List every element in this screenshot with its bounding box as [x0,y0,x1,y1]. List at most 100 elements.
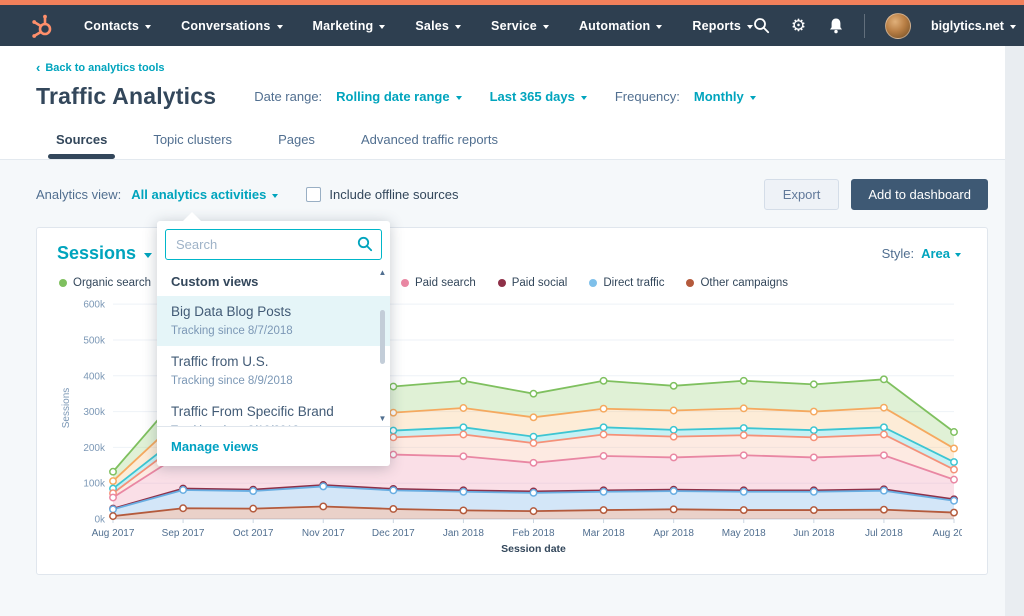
date-range-type-dropdown[interactable]: Rolling date range [336,89,461,104]
analytics-view-label: Analytics view: [36,187,121,202]
tab-topic-clusters[interactable]: Topic clusters [153,132,232,159]
metric-dropdown-sessions[interactable]: Sessions [57,243,152,264]
legend-item-direct-traffic[interactable]: Direct traffic [589,277,664,289]
scroll-down-icon[interactable]: ▼ [379,414,387,424]
nav-item-contacts[interactable]: Contacts [84,19,151,33]
legend-item-paid-social[interactable]: Paid social [498,277,568,289]
view-option-traffic-from-specific-brand[interactable]: Traffic From Specific Brand Tracking sin… [157,396,390,426]
chevron-down-icon [145,25,151,29]
view-option-big-data-blog-posts[interactable]: Big Data Blog Posts Tracking since 8/7/2… [157,296,390,346]
dropdown-scrollbar[interactable]: ▲ ▼ [377,268,388,424]
legend-dot [401,279,409,287]
svg-text:400k: 400k [83,371,106,382]
svg-text:Apr 2018: Apr 2018 [653,528,694,539]
add-to-dashboard-button[interactable]: Add to dashboard [851,179,988,210]
tab-sources[interactable]: Sources [56,132,107,159]
view-options-list: Custom views Big Data Blog Posts Trackin… [157,266,390,426]
chevron-down-icon [456,96,462,100]
svg-text:Sessions: Sessions [61,388,72,429]
dropdown-caret [183,212,201,221]
chevron-down-icon [543,25,549,29]
legend-item-paid-search[interactable]: Paid search [401,277,476,289]
svg-text:Jul 2018: Jul 2018 [865,528,903,539]
include-offline-sources-label: Include offline sources [329,187,458,202]
nav-divider [864,14,865,38]
view-group-header: Custom views [157,266,390,296]
search-icon[interactable] [753,17,770,34]
legend-dot [498,279,506,287]
svg-text:300k: 300k [83,407,106,418]
include-offline-sources-control: Include offline sources [306,187,458,202]
tab-advanced-traffic-reports[interactable]: Advanced traffic reports [361,132,498,159]
include-offline-sources-checkbox[interactable] [306,187,321,202]
view-search-input[interactable] [165,229,382,260]
notifications-bell-icon[interactable] [827,17,844,34]
svg-text:Oct 2017: Oct 2017 [233,528,274,539]
page-scrollbar-track[interactable] [1005,46,1024,616]
svg-text:Jan 2018: Jan 2018 [443,528,485,539]
svg-text:0k: 0k [94,515,106,526]
scrollbar-thumb[interactable] [380,310,385,364]
svg-text:Sep 2017: Sep 2017 [162,528,205,539]
back-to-analytics-tools-link[interactable]: ‹ Back to analytics tools [36,62,165,74]
hubspot-sprocket-logo-icon[interactable] [30,13,56,39]
legend-dot [589,279,597,287]
analytics-view-dropdown-panel: Custom views Big Data Blog Posts Trackin… [157,221,390,466]
svg-text:Nov 2017: Nov 2017 [302,528,345,539]
frequency-label: Frequency: [615,89,680,104]
nav-item-marketing[interactable]: Marketing [313,19,386,33]
analytics-toolbar: Analytics view: All analytics activities… [36,179,988,210]
svg-text:Feb 2018: Feb 2018 [512,528,555,539]
svg-text:Dec 2017: Dec 2017 [372,528,415,539]
user-avatar[interactable] [885,13,911,39]
nav-item-automation[interactable]: Automation [579,19,662,33]
chevron-down-icon [1010,25,1016,29]
svg-text:100k: 100k [83,479,106,490]
chevron-down-icon [379,25,385,29]
legend-dot [59,279,67,287]
svg-text:Session date: Session date [501,543,566,555]
manage-views-link[interactable]: Manage views [157,426,390,466]
date-range-value-dropdown[interactable]: Last 365 days [490,89,587,104]
legend-item-other-campaigns[interactable]: Other campaigns [686,277,788,289]
legend-item-organic-search[interactable]: Organic search [59,277,151,289]
scroll-up-icon[interactable]: ▲ [379,268,387,278]
nav-item-sales[interactable]: Sales [415,19,461,33]
chevron-down-icon [656,25,662,29]
chevron-down-icon [955,253,961,257]
chart-style-dropdown[interactable]: Area [921,246,961,261]
chevron-down-icon [750,96,756,100]
page-header: ‹ Back to analytics tools Traffic Analyt… [0,46,1024,160]
chevron-down-icon [277,25,283,29]
settings-gear-icon[interactable]: ⚙ [790,17,807,34]
nav-menu: Contacts Conversations Marketing Sales S… [84,19,753,33]
page-title: Traffic Analytics [36,83,216,110]
svg-text:600k: 600k [83,300,106,311]
search-icon [357,236,373,257]
chevron-down-icon [144,253,152,258]
legend-dot [686,279,694,287]
svg-text:500k: 500k [83,335,106,346]
svg-text:May 2018: May 2018 [722,528,766,539]
frequency-dropdown[interactable]: Monthly [694,89,756,104]
svg-text:Mar 2018: Mar 2018 [582,528,625,539]
nav-item-service[interactable]: Service [491,19,549,33]
analytics-view-dropdown[interactable]: All analytics activities [131,187,278,202]
view-option-traffic-from-us[interactable]: Traffic from U.S. Tracking since 8/9/201… [157,346,390,396]
chevron-down-icon [455,25,461,29]
export-button[interactable]: Export [764,179,840,210]
back-chevron-icon: ‹ [36,63,40,73]
date-range-label: Date range: [254,89,322,104]
svg-text:Aug 2017: Aug 2017 [92,528,135,539]
nav-item-conversations[interactable]: Conversations [181,19,282,33]
tab-bar: Sources Topic clusters Pages Advanced tr… [56,132,1024,159]
nav-right-controls: ⚙ biglytics.net [753,13,1016,39]
account-menu[interactable]: biglytics.net [931,19,1016,33]
svg-text:Jun 2018: Jun 2018 [793,528,835,539]
tab-pages[interactable]: Pages [278,132,315,159]
svg-text:200k: 200k [83,443,106,454]
main-navbar: Contacts Conversations Marketing Sales S… [0,5,1024,46]
chevron-down-icon [272,194,278,198]
nav-item-reports[interactable]: Reports [692,19,753,33]
page-content: Analytics view: All analytics activities… [0,179,1024,575]
